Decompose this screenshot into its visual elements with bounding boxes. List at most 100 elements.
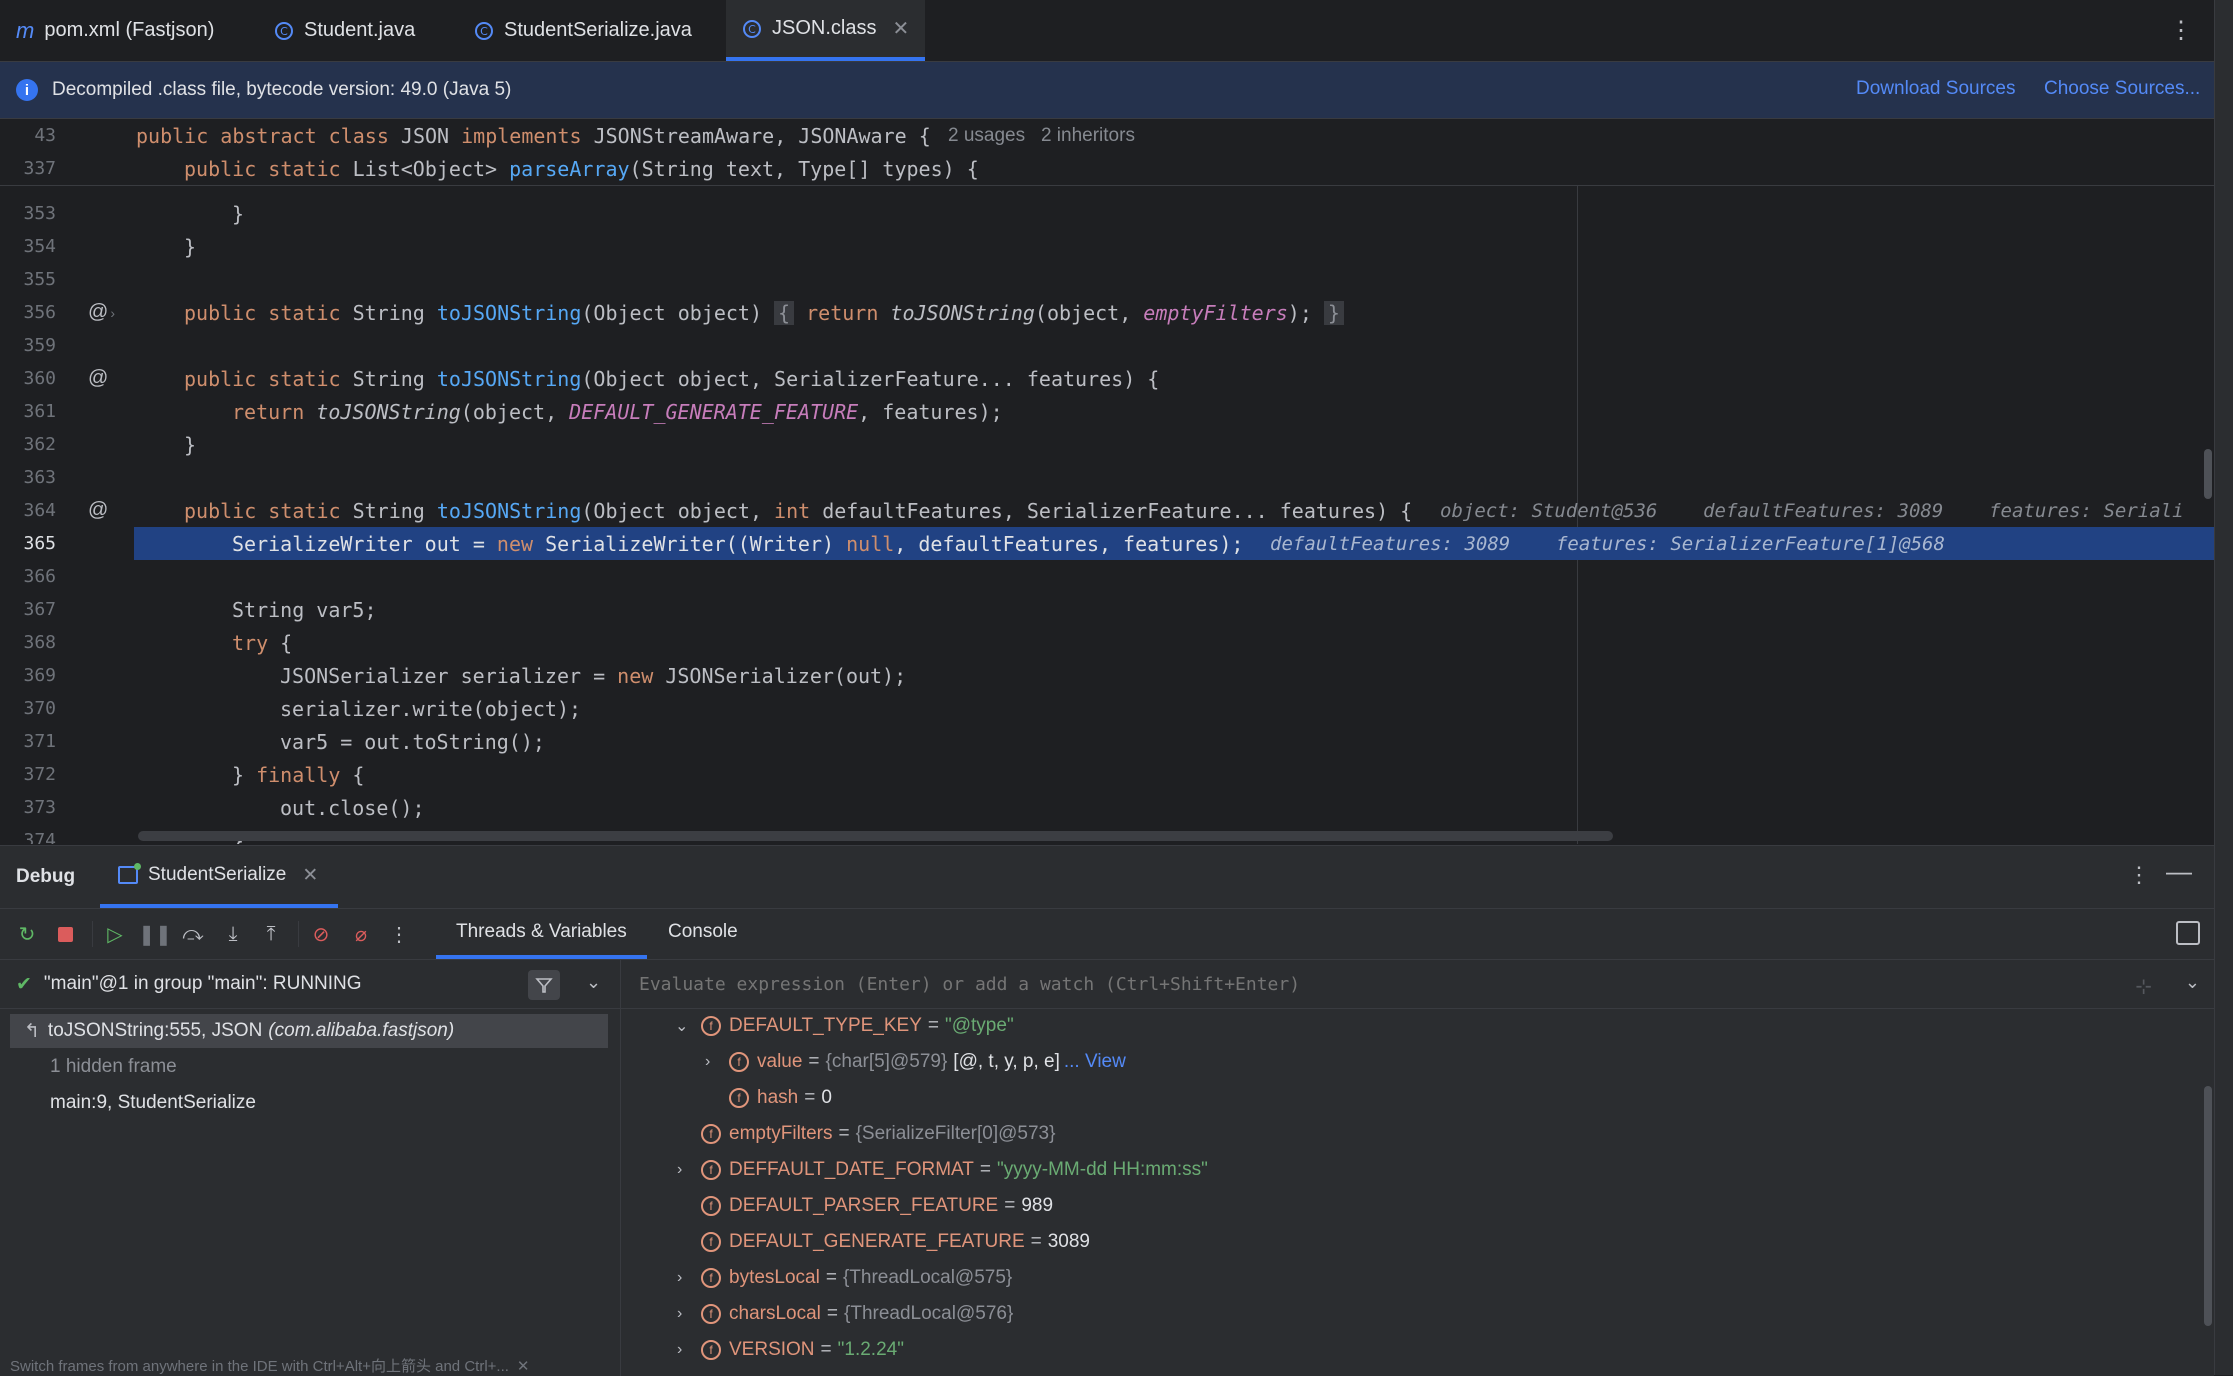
stop-icon[interactable] <box>54 923 76 945</box>
chevron-right-icon[interactable]: › <box>705 1053 710 1071</box>
variable-row[interactable]: f DEFAULT_PARSER_FEATURE = 989 <box>701 1189 1053 1223</box>
mute-breakpoints-icon[interactable]: ⌀ <box>350 923 372 946</box>
code-line[interactable]: 360 @ public static String toJSONString(… <box>0 362 2214 395</box>
variable-row[interactable]: › f bytesLocal = {ThreadLocal@575} <box>677 1261 1012 1295</box>
code-line[interactable]: 368 try { <box>0 626 2214 659</box>
variable-row[interactable]: f DEFAULT_GENERATE_FEATURE = 3089 <box>701 1225 1090 1259</box>
close-icon[interactable]: ✕ <box>892 16 909 41</box>
step-into-icon[interactable]: ⤓ <box>222 923 244 945</box>
download-sources-link[interactable]: Download Sources <box>1856 78 2015 100</box>
fold-marker[interactable]: { <box>774 300 795 325</box>
add-watch-icon[interactable]: ⊹ <box>2135 974 2152 999</box>
frame-item[interactable]: ↰ toJSONString:555, JSON (com.alibaba.fa… <box>10 1014 608 1048</box>
filter-icon[interactable] <box>528 970 560 1000</box>
code-line[interactable]: 364 @ public static String toJSONString(… <box>0 494 2214 527</box>
line-number: 354 <box>23 236 56 257</box>
tab-student-java[interactable]: C Student.java <box>274 0 415 61</box>
editor-tab-bar: m pom.xml (Fastjson) C Student.java C St… <box>0 0 2233 62</box>
step-out-icon[interactable]: ⤒ <box>260 923 282 945</box>
layout-settings-icon[interactable] <box>2176 921 2200 945</box>
frame-package: (com.alibaba.fastjson) <box>268 1020 455 1041</box>
chevron-down-icon[interactable]: ⌄ <box>586 972 601 993</box>
code-line[interactable]: 355 <box>0 263 2214 296</box>
variable-row[interactable]: f hash = 0 <box>729 1081 832 1115</box>
code-text: try { <box>232 630 293 655</box>
static-field-icon: f <box>701 1268 721 1288</box>
evaluate-expression-input[interactable] <box>637 972 2041 996</box>
variable-value: 3089 <box>1047 1231 1091 1252</box>
more-options-icon[interactable]: ⋮ <box>2169 16 2193 45</box>
variable-row[interactable]: f emptyFilters = {SerializeFilter[0]@573} <box>701 1117 1055 1151</box>
check-icon: ✔ <box>16 973 32 995</box>
tab-json-class[interactable]: C JSON.class ✕ <box>726 0 926 61</box>
vertical-scrollbar[interactable] <box>2204 1086 2212 1326</box>
sticky-line[interactable]: 337 public static List<Object> parseArra… <box>0 152 2214 185</box>
code-line[interactable]: 367 String var5; <box>0 593 2214 626</box>
code-line[interactable]: 363 <box>0 461 2214 494</box>
code-line[interactable]: 353 } <box>0 197 2214 230</box>
sticky-line[interactable]: 43 public abstract class JSON implements… <box>0 119 2214 152</box>
code-line[interactable]: 371 var5 = out.toString(); <box>0 725 2214 758</box>
chevron-right-icon[interactable]: › <box>677 1269 682 1287</box>
code-line[interactable]: 359 <box>0 329 2214 362</box>
close-icon[interactable]: ✕ <box>517 1358 530 1375</box>
view-breakpoints-icon[interactable]: ⊘ <box>310 923 332 946</box>
code-line[interactable]: 354 } <box>0 230 2214 263</box>
java-class-icon: C <box>474 21 494 41</box>
step-over-icon[interactable]: ⤼ <box>182 923 204 945</box>
implements-marker-icon[interactable]: @ <box>88 367 108 390</box>
chevron-right-icon[interactable]: › <box>677 1161 682 1179</box>
close-icon[interactable]: ✕ <box>302 864 318 887</box>
choose-sources-link[interactable]: Choose Sources... <box>2044 78 2200 100</box>
code-line[interactable]: 366 <box>0 560 2214 593</box>
code-line[interactable]: 369 JSONSerializer serializer = new JSON… <box>0 659 2214 692</box>
chevron-down-icon[interactable]: ⌄ <box>675 1016 688 1036</box>
variable-row[interactable]: › f VERSION = "1.2.24" <box>677 1333 904 1367</box>
code-text: return toJSONString(object, DEFAULT_GENE… <box>232 399 1003 424</box>
hidden-frames-item[interactable]: 1 hidden frame <box>10 1050 608 1084</box>
implements-marker-icon[interactable]: @ <box>88 499 108 522</box>
variable-row[interactable]: › f charsLocal = {ThreadLocal@576} <box>677 1297 1013 1331</box>
thread-selector[interactable]: ✔ "main"@1 in group "main": RUNNING ⌄ <box>0 960 620 1009</box>
code-line[interactable]: 361 return toJSONString(object, DEFAULT_… <box>0 395 2214 428</box>
usages-hint[interactable]: 2 usages 2 inheritors <box>948 125 1135 147</box>
resume-icon[interactable]: ▷ <box>104 923 126 946</box>
frame-item[interactable]: main:9, StudentSerialize <box>10 1086 608 1120</box>
tab-pom-xml[interactable]: m pom.xml (Fastjson) <box>16 0 214 61</box>
chevron-down-icon[interactable]: ⌄ <box>2185 972 2200 993</box>
tab-console[interactable]: Console <box>668 909 738 955</box>
debug-session-tab[interactable]: StudentSerialize ✕ <box>100 846 339 908</box>
vertical-scrollbar[interactable] <box>2204 449 2212 499</box>
variable-name: DEFAULT_TYPE_KEY <box>729 1015 922 1036</box>
pause-icon[interactable]: ❚❚ <box>138 923 172 946</box>
code-line[interactable]: 373 out.close(); <box>0 791 2214 824</box>
code-line[interactable]: 370 serializer.write(object); <box>0 692 2214 725</box>
implements-marker-icon[interactable]: @ › <box>88 301 115 324</box>
tab-threads-variables[interactable]: Threads & Variables <box>436 909 647 959</box>
toolbar-separator <box>92 921 93 947</box>
minimize-icon[interactable]: — <box>2166 856 2192 887</box>
tab-studentserialize-java[interactable]: C StudentSerialize.java <box>474 0 692 61</box>
variable-row[interactable]: › f DEFFAULT_DATE_FORMAT = "yyyy-MM-dd HH:… <box>677 1153 1208 1187</box>
code-line[interactable]: 372 } finally { <box>0 758 2214 791</box>
current-execution-line[interactable]: 365 SerializeWriter out = new SerializeW… <box>0 527 2214 560</box>
variable-row[interactable]: ⌄ f DEFAULT_TYPE_KEY = "@type" <box>675 1009 1014 1043</box>
code-editor[interactable]: 43 public abstract class JSON implements… <box>0 119 2214 844</box>
rerun-icon[interactable]: ↻ <box>16 923 38 946</box>
more-options-icon[interactable]: ⋮ <box>388 923 410 946</box>
horizontal-scrollbar[interactable] <box>138 831 1613 841</box>
code-text: public abstract class JSON implements JS… <box>136 123 931 148</box>
variable-name: DEFAULT_PARSER_FEATURE <box>729 1195 999 1216</box>
code-line[interactable]: 356 @ › public static String toJSONString… <box>0 296 2214 329</box>
chevron-right-icon[interactable]: › <box>677 1305 682 1323</box>
view-link[interactable]: ... View <box>1064 1051 1126 1073</box>
chevron-right-icon[interactable]: › <box>677 1341 682 1359</box>
fold-marker[interactable]: } <box>1323 300 1344 325</box>
code-line[interactable]: 362 } <box>0 428 2214 461</box>
variable-name: emptyFilters <box>729 1123 833 1144</box>
svg-text:C: C <box>748 23 756 36</box>
variable-name: DEFAULT_GENERATE_FEATURE <box>729 1231 1025 1252</box>
variable-name: bytesLocal <box>729 1267 820 1288</box>
variable-row[interactable]: › f value = {char[5]@579} [@, t, y, p, e]..… <box>705 1045 1126 1079</box>
more-options-icon[interactable]: ⋮ <box>2128 862 2150 888</box>
